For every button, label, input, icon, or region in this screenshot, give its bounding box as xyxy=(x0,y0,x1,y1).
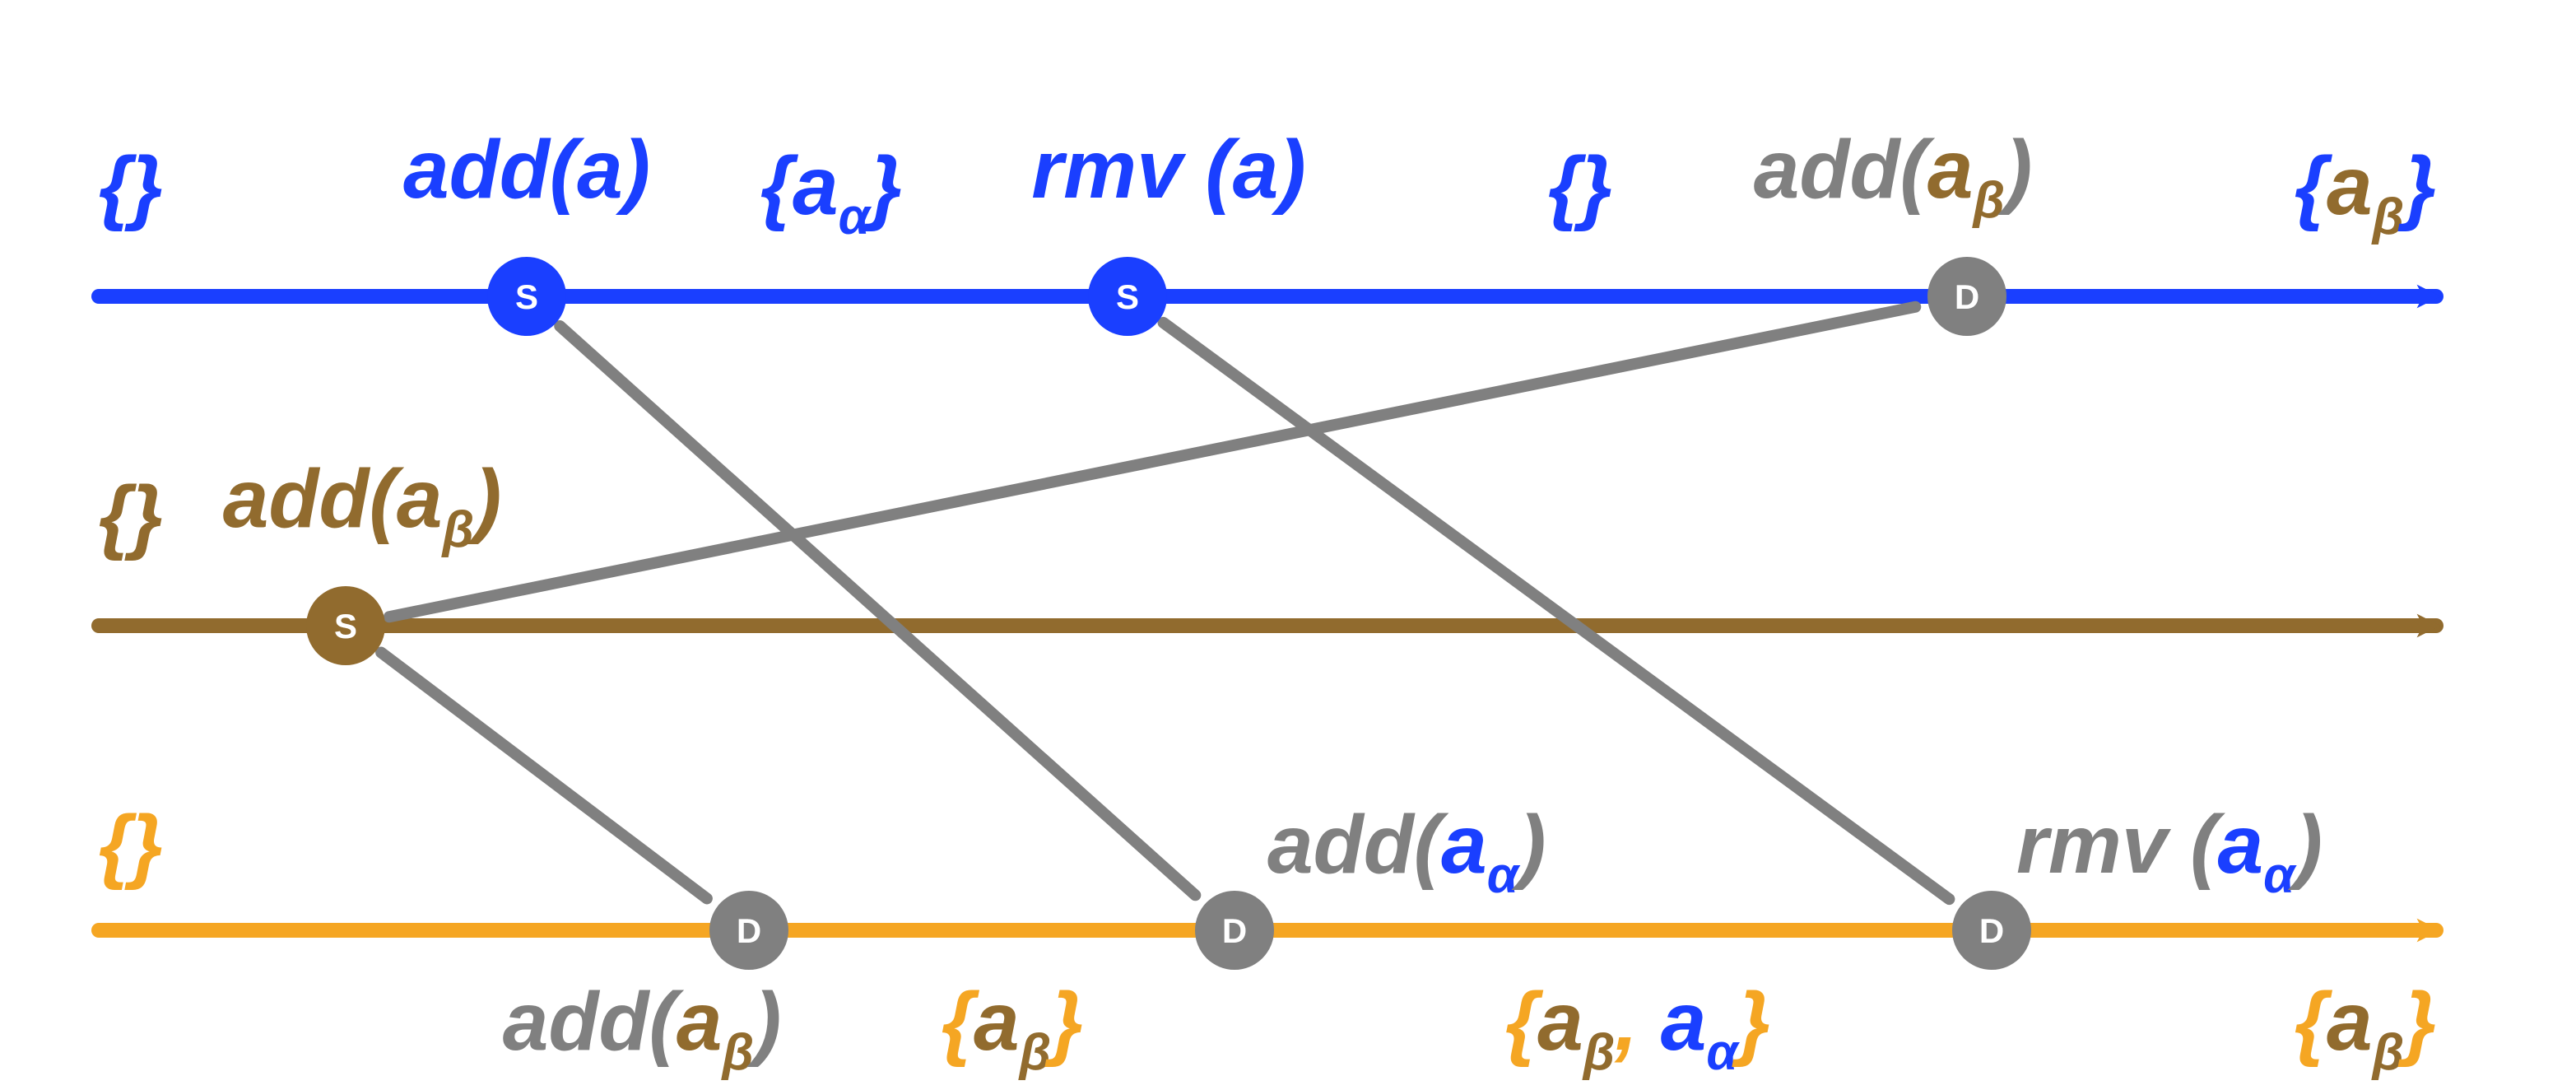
node-midS: S xyxy=(306,586,385,665)
label-topAdd: add(a) xyxy=(403,123,650,216)
label-botEnd: {aβ} xyxy=(2295,976,2436,1081)
label-topSet1: {aα} xyxy=(760,140,902,245)
node-midS-kind: S xyxy=(334,607,357,645)
message-arrow xyxy=(381,653,707,899)
label-botSet1: {aβ} xyxy=(942,976,1083,1081)
label-midStart: {} xyxy=(99,469,163,561)
label-botD1a: add(aα) xyxy=(1267,799,1546,904)
node-botD2-kind: D xyxy=(1222,911,1247,950)
node-topD: D xyxy=(1927,257,2006,336)
node-topS2: S xyxy=(1088,257,1167,336)
node-topS1: S xyxy=(487,257,566,336)
label-topStart: {} xyxy=(99,140,163,232)
label-topRmv: rmv (a) xyxy=(1031,123,1305,216)
node-topS2-kind: S xyxy=(1116,277,1139,316)
node-botD1-kind: D xyxy=(737,911,761,950)
label-midAddAb: add(aβ) xyxy=(223,453,502,558)
label-botSet2: {aβ, aα} xyxy=(1505,976,1770,1081)
crdt-timeline-diagram: S S D S D D D {} add(a) {aα} rmv (a) {} add(aβ) {aβ}… xyxy=(0,0,2576,1090)
label-topEnd: {aβ} xyxy=(2295,140,2436,245)
node-botD1: D xyxy=(709,891,788,970)
message-arrow xyxy=(560,326,1195,895)
label-botD3a: rmv (aα) xyxy=(2016,799,2323,904)
node-botD3: D xyxy=(1952,891,2031,970)
label-botStart: {} xyxy=(99,799,163,891)
label-topAddAb: add(aβ) xyxy=(1754,123,2033,229)
label-topSet2: {} xyxy=(1548,140,1612,232)
node-botD2: D xyxy=(1195,891,1274,970)
node-topD-kind: D xyxy=(1955,277,1979,316)
label-botD1b: add(aβ) xyxy=(503,976,782,1081)
message-arrow xyxy=(389,307,1915,617)
node-topS1-kind: S xyxy=(515,277,538,316)
node-botD3-kind: D xyxy=(1979,911,2004,950)
